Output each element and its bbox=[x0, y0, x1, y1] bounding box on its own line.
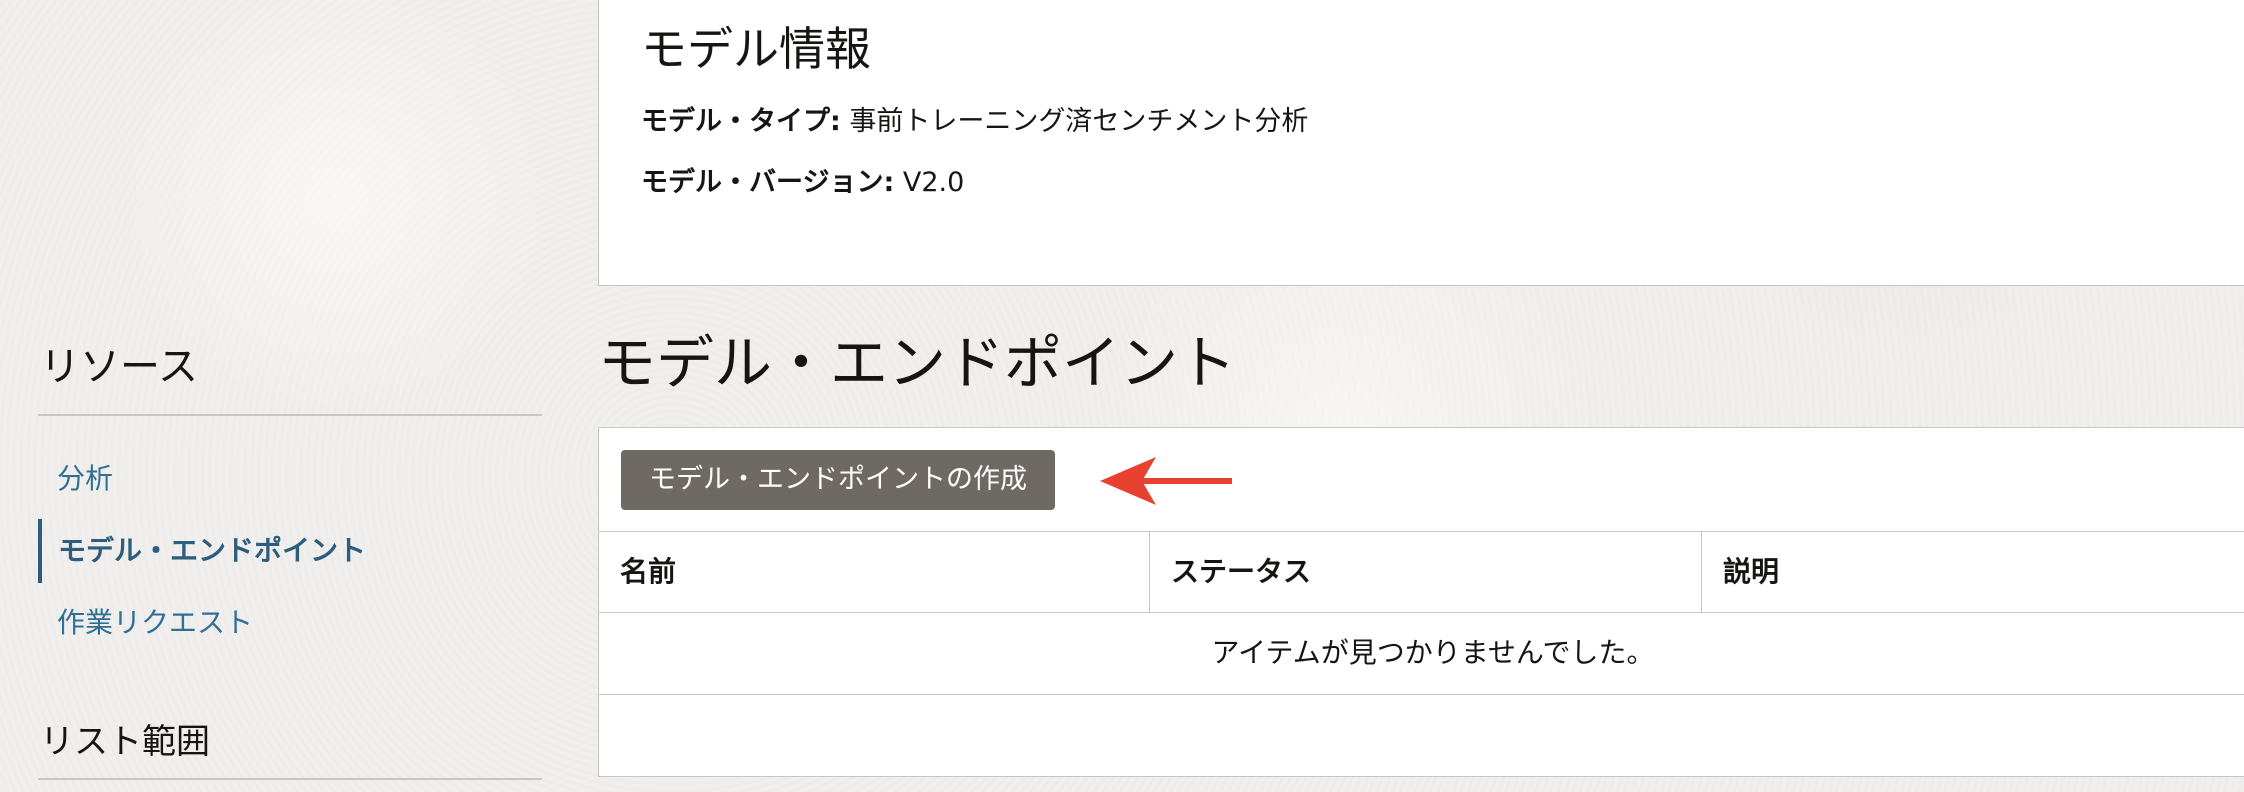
sidebar-item-model-endpoints[interactable]: モデル・エンドポイント bbox=[38, 519, 542, 583]
endpoints-section-title: モデル・エンドポイント bbox=[598, 329, 1237, 397]
column-header-name[interactable]: 名前 bbox=[599, 532, 1149, 612]
model-info-title: モデル情報 bbox=[641, 22, 871, 76]
sidebar-item-label: モデル・エンドポイント bbox=[58, 534, 367, 567]
table-empty-message: アイテムが見つかりませんでした。 bbox=[599, 613, 2244, 695]
model-type-value: 事前トレーニング済センチメント分析 bbox=[849, 106, 1309, 137]
column-header-description[interactable]: 説明 bbox=[1701, 532, 2244, 612]
list-scope-divider bbox=[38, 778, 542, 780]
model-info-panel: モデル情報 モデル・タイプ: 事前トレーニング済センチメント分析 モデル・バージ… bbox=[598, 0, 2244, 286]
resources-divider bbox=[38, 414, 542, 416]
sidebar-item-label: 作業リクエスト bbox=[57, 606, 254, 639]
endpoints-table-panel: モデル・エンドポイントの作成 名前 ステータス 説明 アイテムが見つかりませんで… bbox=[598, 427, 2244, 777]
sidebar-item-analysis[interactable]: 分析 bbox=[38, 447, 542, 511]
model-version-row: モデル・バージョン: V2.0 bbox=[641, 160, 964, 199]
resources-heading: リソース bbox=[40, 344, 198, 390]
list-scope-heading: リスト範囲 bbox=[40, 722, 210, 762]
model-version-label: モデル・バージョン: bbox=[641, 167, 895, 198]
red-arrow-left-icon bbox=[1100, 457, 1232, 505]
column-header-status[interactable]: ステータス bbox=[1149, 532, 1701, 612]
model-version-value: V2.0 bbox=[902, 167, 965, 198]
sidebar-item-label: 分析 bbox=[57, 462, 114, 495]
create-endpoint-button[interactable]: モデル・エンドポイントの作成 bbox=[621, 450, 1055, 510]
endpoints-table: 名前 ステータス 説明 アイテムが見つかりませんでした。 bbox=[599, 531, 2244, 695]
table-header-row: 名前 ステータス 説明 bbox=[599, 531, 2244, 613]
model-type-row: モデル・タイプ: 事前トレーニング済センチメント分析 bbox=[641, 99, 1308, 138]
model-type-label: モデル・タイプ: bbox=[641, 106, 841, 137]
sidebar-item-work-requests[interactable]: 作業リクエスト bbox=[38, 591, 542, 655]
